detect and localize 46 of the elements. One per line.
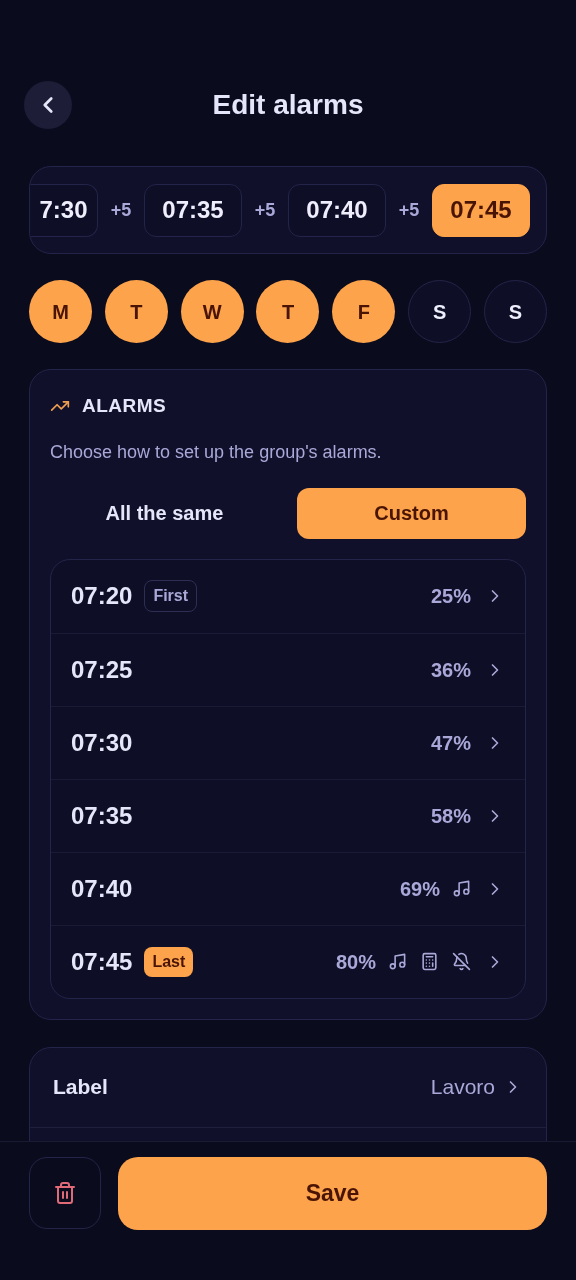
volume-value: 36%	[430, 657, 471, 683]
volume-value: 69%	[399, 876, 440, 902]
alarm-row[interactable]: 07:30 47%	[51, 705, 525, 779]
setting-label: Label	[53, 1074, 108, 1101]
alarm-time: 07:35	[71, 800, 133, 831]
step-label: +5	[397, 198, 421, 222]
alarm-time: 07:20	[71, 581, 133, 611]
alarm-row[interactable]: 07:20 First 25%	[51, 559, 525, 633]
step-label: +5	[253, 198, 277, 222]
day-toggle[interactable]: T	[104, 280, 168, 343]
alarm-tag: First	[144, 580, 198, 612]
section-description: Choose how to set up the group's alarms.	[50, 440, 383, 464]
mode-option[interactable]: Custom	[297, 487, 526, 539]
day-toggle[interactable]: S	[483, 280, 547, 343]
alarm-tag: Last	[144, 946, 194, 977]
volume-value: 80%	[335, 949, 376, 975]
day-toggle[interactable]: M	[29, 280, 92, 343]
volume-value: 25%	[430, 584, 471, 609]
alarm-time: 07:30	[71, 727, 133, 758]
setting-value: Lavoro	[430, 1074, 495, 1101]
time-chip[interactable]: 07:40	[288, 183, 386, 237]
delete-button[interactable]	[29, 1157, 101, 1229]
time-chip[interactable]: 07:45	[432, 183, 530, 237]
volume-value: 58%	[430, 803, 471, 829]
alarm-row[interactable]: 07:45 Last 80%	[51, 924, 525, 998]
alarm-row[interactable]: 07:25 36%	[51, 632, 525, 706]
day-toggle[interactable]: F	[332, 280, 396, 343]
day-toggle[interactable]: T	[256, 280, 320, 343]
save-button[interactable]: Save	[118, 1157, 547, 1230]
page-title: Edit alarms	[212, 88, 364, 122]
day-toggle[interactable]: W	[180, 280, 244, 343]
time-chip[interactable]: 7:30	[30, 183, 98, 237]
day-toggle[interactable]: S	[408, 280, 472, 343]
mode-option[interactable]: All the same	[50, 487, 279, 539]
alarm-row[interactable]: 07:35 58%	[51, 778, 525, 852]
trash-icon	[53, 1181, 77, 1205]
section-title: ALARMS	[82, 394, 167, 418]
settings-row[interactable]: Label Lavoro	[30, 1047, 546, 1128]
alarm-time: 07:45	[71, 946, 133, 977]
volume-value: 47%	[430, 730, 471, 756]
alarm-row[interactable]: 07:40 69%	[51, 851, 525, 925]
alarm-time: 07:40	[71, 873, 133, 904]
back-button[interactable]	[24, 81, 72, 129]
step-label: +5	[109, 198, 133, 222]
alarm-time: 07:25	[71, 654, 133, 685]
time-chip[interactable]: 07:35	[144, 183, 242, 237]
